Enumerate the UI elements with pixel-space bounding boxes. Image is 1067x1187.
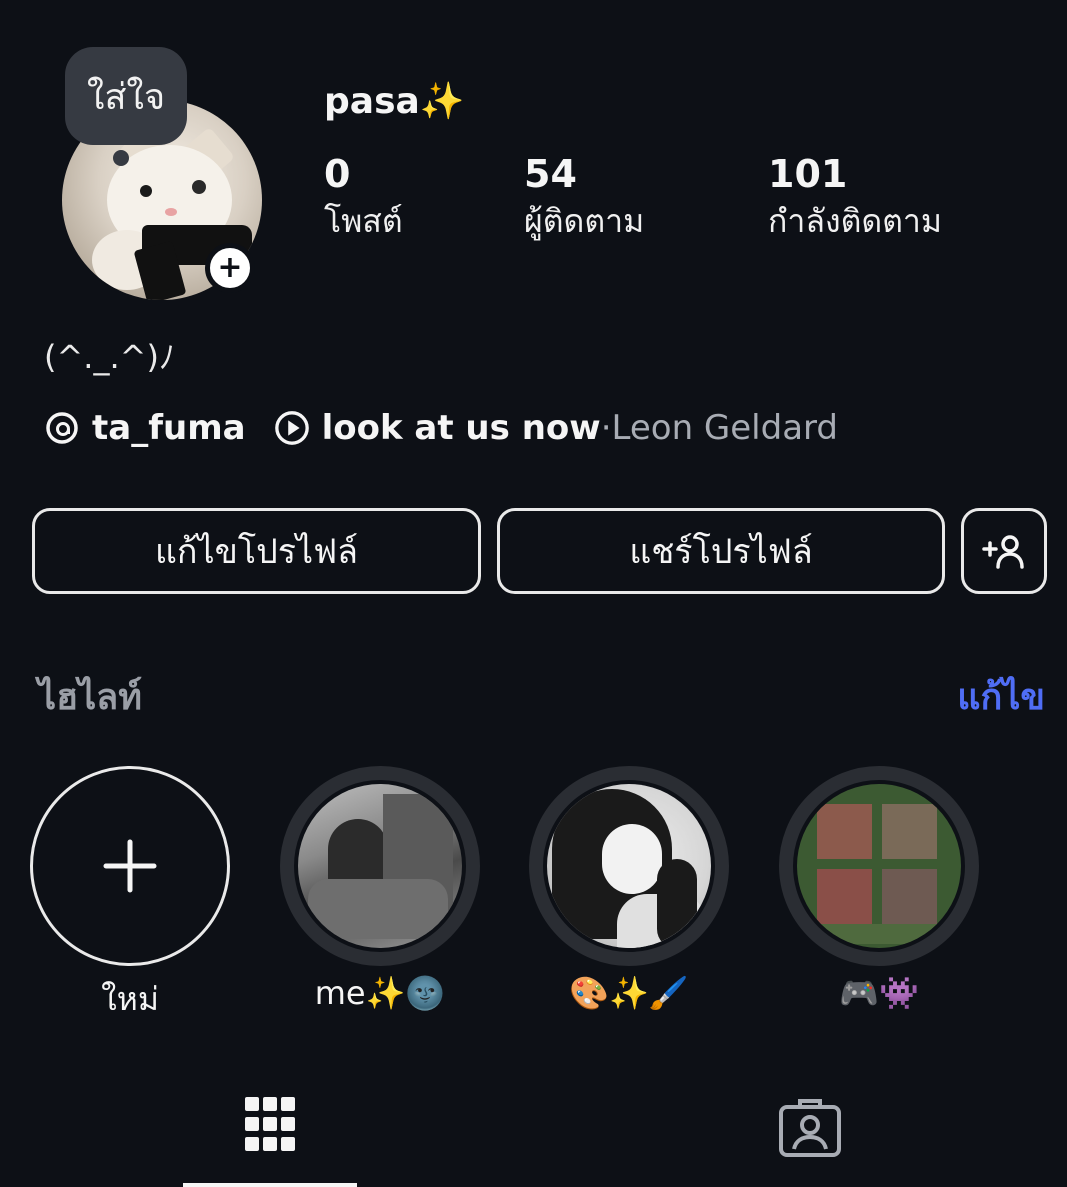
edit-profile-label: แก้ไขโปรไฟล์ <box>155 532 358 572</box>
highlight-ring[interactable] <box>280 766 480 966</box>
profile-links-row: ta_fuma look at us now · Leon Geldard <box>44 408 838 448</box>
stat-following-value: 101 <box>768 152 848 196</box>
highlight-ring[interactable] <box>529 766 729 966</box>
highlight-new[interactable]: ใหม่ <box>30 766 230 1025</box>
profile-username: pasa✨ <box>324 81 465 122</box>
avatar-cat-nose <box>165 208 177 216</box>
highlight-cover <box>547 784 711 948</box>
note-bubble-text: ใส่ใจ <box>86 76 166 118</box>
stat-following[interactable]: 101 กำลังติดตาม <box>768 152 942 247</box>
music-title-link[interactable]: look at us now <box>322 408 601 448</box>
highlight-ring[interactable] <box>779 766 979 966</box>
tab-tagged[interactable] <box>778 1097 842 1163</box>
highlight-new-circle[interactable] <box>30 766 230 966</box>
edit-profile-button[interactable]: แก้ไขโปรไฟล์ <box>32 508 481 594</box>
stat-posts[interactable]: 0 โพสต์ <box>324 152 403 247</box>
highlight-item[interactable]: me✨🌚 <box>280 766 480 1012</box>
play-icon[interactable] <box>274 410 310 446</box>
highlight-label: 🎨✨🖌️ <box>569 974 689 1012</box>
highlight-label: me✨🌚 <box>314 974 446 1012</box>
tab-active-indicator <box>183 1183 357 1187</box>
stat-followers-label: ผู้ติดตาม <box>524 202 645 240</box>
highlights-title: ไฮไลท์ <box>38 677 142 718</box>
grid-icon <box>245 1097 295 1151</box>
highlight-cover <box>797 784 961 948</box>
highlight-new-label: ใหม่ <box>101 980 159 1018</box>
add-story-button[interactable]: + <box>205 243 255 293</box>
discover-people-button[interactable] <box>961 508 1047 594</box>
stat-following-label: กำลังติดตาม <box>768 202 942 240</box>
highlight-label: 🎮👾 <box>839 974 919 1012</box>
note-bubble-tail <box>113 150 129 166</box>
add-person-icon <box>982 535 1024 569</box>
profile-bio: (^._.^)ﾉ <box>44 338 175 376</box>
music-separator: · <box>600 408 612 448</box>
tab-grid[interactable] <box>243 1095 297 1157</box>
highlight-item[interactable]: 🎮👾 <box>779 766 979 1012</box>
threads-handle-link[interactable]: ta_fuma <box>92 408 246 448</box>
highlight-item[interactable]: 🎨✨🖌️ <box>529 766 729 1012</box>
stat-posts-value: 0 <box>324 152 351 196</box>
stat-followers-value: 54 <box>524 152 577 196</box>
stat-posts-label: โพสต์ <box>324 202 403 240</box>
avatar-cat-eye <box>140 185 152 197</box>
plus-icon: + <box>217 250 243 285</box>
note-bubble[interactable]: ใส่ใจ <box>65 47 187 145</box>
tagged-icon <box>779 1099 841 1157</box>
plus-icon <box>103 839 157 893</box>
share-profile-button[interactable]: แชร์โปรไฟล์ <box>497 508 945 594</box>
music-artist: Leon Geldard <box>611 408 839 448</box>
highlight-cover <box>298 784 462 948</box>
stat-followers[interactable]: 54 ผู้ติดตาม <box>524 152 644 247</box>
threads-icon[interactable] <box>44 410 80 446</box>
highlights-edit-link[interactable]: แก้ไข <box>957 668 1045 725</box>
share-profile-label: แชร์โปรไฟล์ <box>629 532 813 572</box>
avatar-cat-eye <box>192 180 206 194</box>
